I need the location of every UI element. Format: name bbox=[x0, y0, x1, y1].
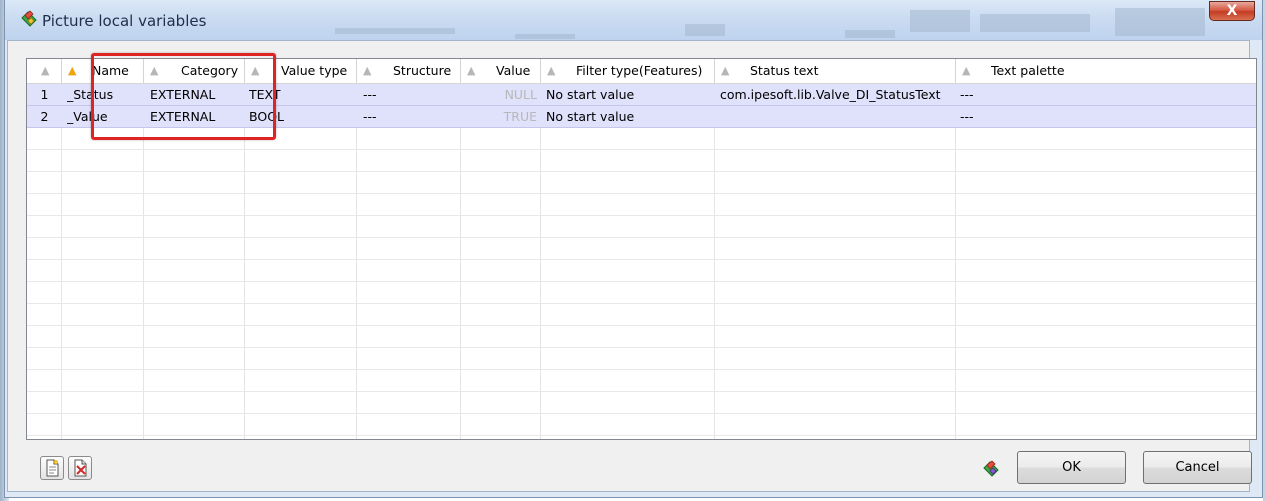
empty-row bbox=[27, 238, 1256, 260]
column-header-label: Structure bbox=[393, 63, 452, 78]
empty-row bbox=[27, 326, 1256, 348]
variable-text-palette[interactable]: --- bbox=[960, 84, 1250, 105]
sort-arrow-icon: ▲ bbox=[547, 64, 556, 77]
annotation-highlight-box bbox=[91, 53, 276, 140]
empty-row bbox=[27, 414, 1256, 436]
ok-button[interactable]: OK bbox=[1017, 451, 1126, 484]
sort-arrow-icon: ▲ bbox=[721, 64, 730, 77]
empty-row bbox=[27, 370, 1256, 392]
empty-row bbox=[27, 348, 1256, 370]
cancel-button[interactable]: Cancel bbox=[1143, 451, 1252, 484]
variable-filter-type[interactable]: No start value bbox=[546, 106, 714, 127]
column-header-label: Status text bbox=[750, 63, 819, 78]
column-header-structure[interactable]: ▲ Structure bbox=[357, 59, 461, 84]
delete-document-icon bbox=[74, 459, 87, 477]
variable-text-palette[interactable]: --- bbox=[960, 106, 1250, 127]
column-header-number[interactable]: ▲ bbox=[27, 59, 62, 84]
empty-row bbox=[27, 172, 1256, 194]
variable-value[interactable]: TRUE bbox=[461, 106, 537, 127]
variable-status-text[interactable]: com.ipesoft.lib.Valve_DI_StatusText bbox=[720, 84, 955, 105]
close-button[interactable]: X bbox=[1209, 1, 1255, 21]
variable-structure[interactable]: --- bbox=[363, 106, 460, 127]
column-header-label: Value bbox=[496, 63, 531, 78]
sort-arrow-icon: ▲ bbox=[41, 64, 50, 77]
empty-row bbox=[27, 150, 1256, 172]
empty-row bbox=[27, 282, 1256, 304]
variable-structure[interactable]: --- bbox=[363, 84, 460, 105]
empty-row bbox=[27, 392, 1256, 414]
variable-value[interactable]: NULL bbox=[461, 84, 537, 105]
window-title: Picture local variables bbox=[42, 12, 207, 30]
new-document-icon bbox=[46, 459, 59, 477]
column-header-filter-type[interactable]: ▲ Filter type(Features) bbox=[541, 59, 715, 84]
column-header-label: Text palette bbox=[991, 63, 1065, 78]
row-number: 1 bbox=[40, 87, 49, 102]
column-header-status-text[interactable]: ▲ Status text bbox=[715, 59, 956, 84]
empty-row bbox=[27, 304, 1256, 326]
column-header-label: Filter type(Features) bbox=[576, 63, 703, 78]
sort-arrow-icon: ▲ bbox=[962, 64, 971, 77]
add-row-button[interactable] bbox=[40, 456, 64, 480]
column-header-text-palette[interactable]: ▲ Text palette bbox=[956, 59, 1256, 84]
title-bar[interactable]: Picture local variables X bbox=[5, 0, 1262, 40]
empty-row bbox=[27, 216, 1256, 238]
empty-row bbox=[27, 194, 1256, 216]
sort-arrow-icon: ▲ bbox=[363, 64, 372, 77]
column-header-value[interactable]: ▲ Value bbox=[461, 59, 541, 84]
delete-row-button[interactable] bbox=[68, 456, 92, 480]
variable-filter-type[interactable]: No start value bbox=[546, 84, 714, 105]
row-number: 2 bbox=[40, 109, 49, 124]
picture-variables-icon bbox=[21, 10, 37, 27]
empty-row bbox=[27, 260, 1256, 282]
variables-icon bbox=[983, 460, 999, 477]
variable-status-text[interactable] bbox=[720, 106, 955, 127]
sort-arrow-active-icon: ▲ bbox=[68, 64, 77, 77]
sort-arrow-icon: ▲ bbox=[467, 64, 476, 77]
column-header-label: Value type bbox=[281, 63, 348, 78]
